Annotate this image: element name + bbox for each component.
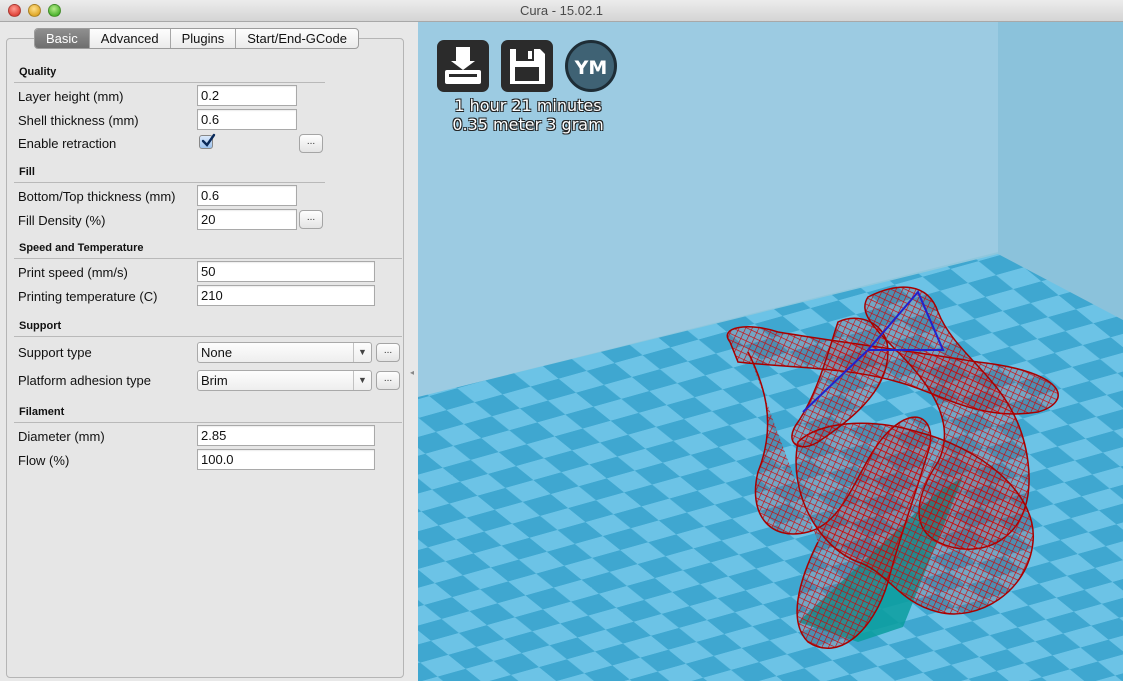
enable-retraction-checkbox[interactable] [199, 133, 216, 149]
platform-adhesion-select[interactable]: Brim ▼ [197, 370, 372, 391]
print-speed-input[interactable]: 50 [197, 261, 375, 282]
section-divider [14, 336, 402, 337]
3d-viewport[interactable]: YM 1 hour 21 minutes 0.35 meter 3 gram [418, 22, 1123, 681]
save-icon [510, 49, 545, 84]
save-gcode-button[interactable] [501, 40, 553, 92]
tab-plugins[interactable]: Plugins [171, 29, 237, 48]
chevron-down-icon: ▼ [353, 343, 371, 362]
bottom-top-thickness-label: Bottom/Top thickness (mm) [18, 189, 176, 204]
section-divider [14, 258, 402, 259]
printing-temperature-label: Printing temperature (C) [18, 289, 158, 304]
tab-advanced[interactable]: Advanced [90, 29, 171, 48]
retraction-settings-button[interactable]: ... [299, 134, 323, 153]
window-titlebar: Cura - 15.02.1 [0, 0, 1123, 22]
support-type-select[interactable]: None ▼ [197, 342, 372, 363]
tab-start-end-gcode[interactable]: Start/End-GCode [236, 29, 358, 48]
flow-label: Flow (%) [18, 453, 70, 468]
support-type-label: Support type [18, 345, 92, 360]
panel-splitter-handle[interactable]: ◂ [410, 368, 415, 377]
section-divider [14, 422, 402, 423]
fill-density-input[interactable]: 20 [197, 209, 297, 230]
printing-temperature-input[interactable]: 210 [197, 285, 375, 306]
tab-basic[interactable]: Basic [35, 29, 90, 48]
layer-height-input[interactable]: 0.2 [197, 85, 297, 106]
section-divider [14, 82, 325, 83]
load-model-icon [445, 47, 481, 84]
bottom-top-thickness-input[interactable]: 0.6 [197, 185, 297, 206]
section-fill: Fill [19, 166, 35, 178]
checkmark-icon [201, 133, 216, 147]
chevron-down-icon: ▼ [353, 371, 371, 390]
print-time-estimate: 1 hour 21 minutes [454, 96, 602, 115]
print-speed-label: Print speed (mm/s) [18, 265, 128, 280]
section-speed-temperature: Speed and Temperature [19, 242, 144, 254]
platform-adhesion-label: Platform adhesion type [18, 373, 151, 388]
settings-panel: Basic Advanced Plugins Start/End-GCode Q… [0, 22, 418, 681]
platform-adhesion-settings-button[interactable]: ... [376, 371, 400, 390]
diameter-label: Diameter (mm) [18, 429, 105, 444]
section-divider [14, 182, 325, 183]
diameter-input[interactable]: 2.85 [197, 425, 375, 446]
section-filament: Filament [19, 406, 65, 418]
window-title: Cura - 15.02.1 [519, 3, 604, 18]
fill-density-settings-button[interactable]: ... [299, 210, 323, 229]
fill-density-label: Fill Density (%) [18, 213, 106, 228]
support-type-settings-button[interactable]: ... [376, 343, 400, 362]
settings-tabs: Basic Advanced Plugins Start/End-GCode [34, 28, 359, 49]
ym-label: YM [574, 57, 608, 79]
shell-thickness-input[interactable]: 0.6 [197, 109, 297, 130]
platform-adhesion-value: Brim [201, 373, 228, 388]
section-quality: Quality [19, 66, 57, 78]
flow-input[interactable]: 100.0 [197, 449, 375, 470]
shell-thickness-label: Shell thickness (mm) [18, 113, 139, 128]
support-type-value: None [201, 345, 233, 360]
enable-retraction-label: Enable retraction [18, 136, 117, 151]
ym-plugin-button[interactable]: YM [565, 40, 617, 92]
layer-height-label: Layer height (mm) [18, 89, 124, 104]
print-material-estimate: 0.35 meter 3 gram [452, 115, 604, 134]
section-support: Support [19, 320, 62, 332]
load-model-button[interactable] [437, 40, 489, 92]
